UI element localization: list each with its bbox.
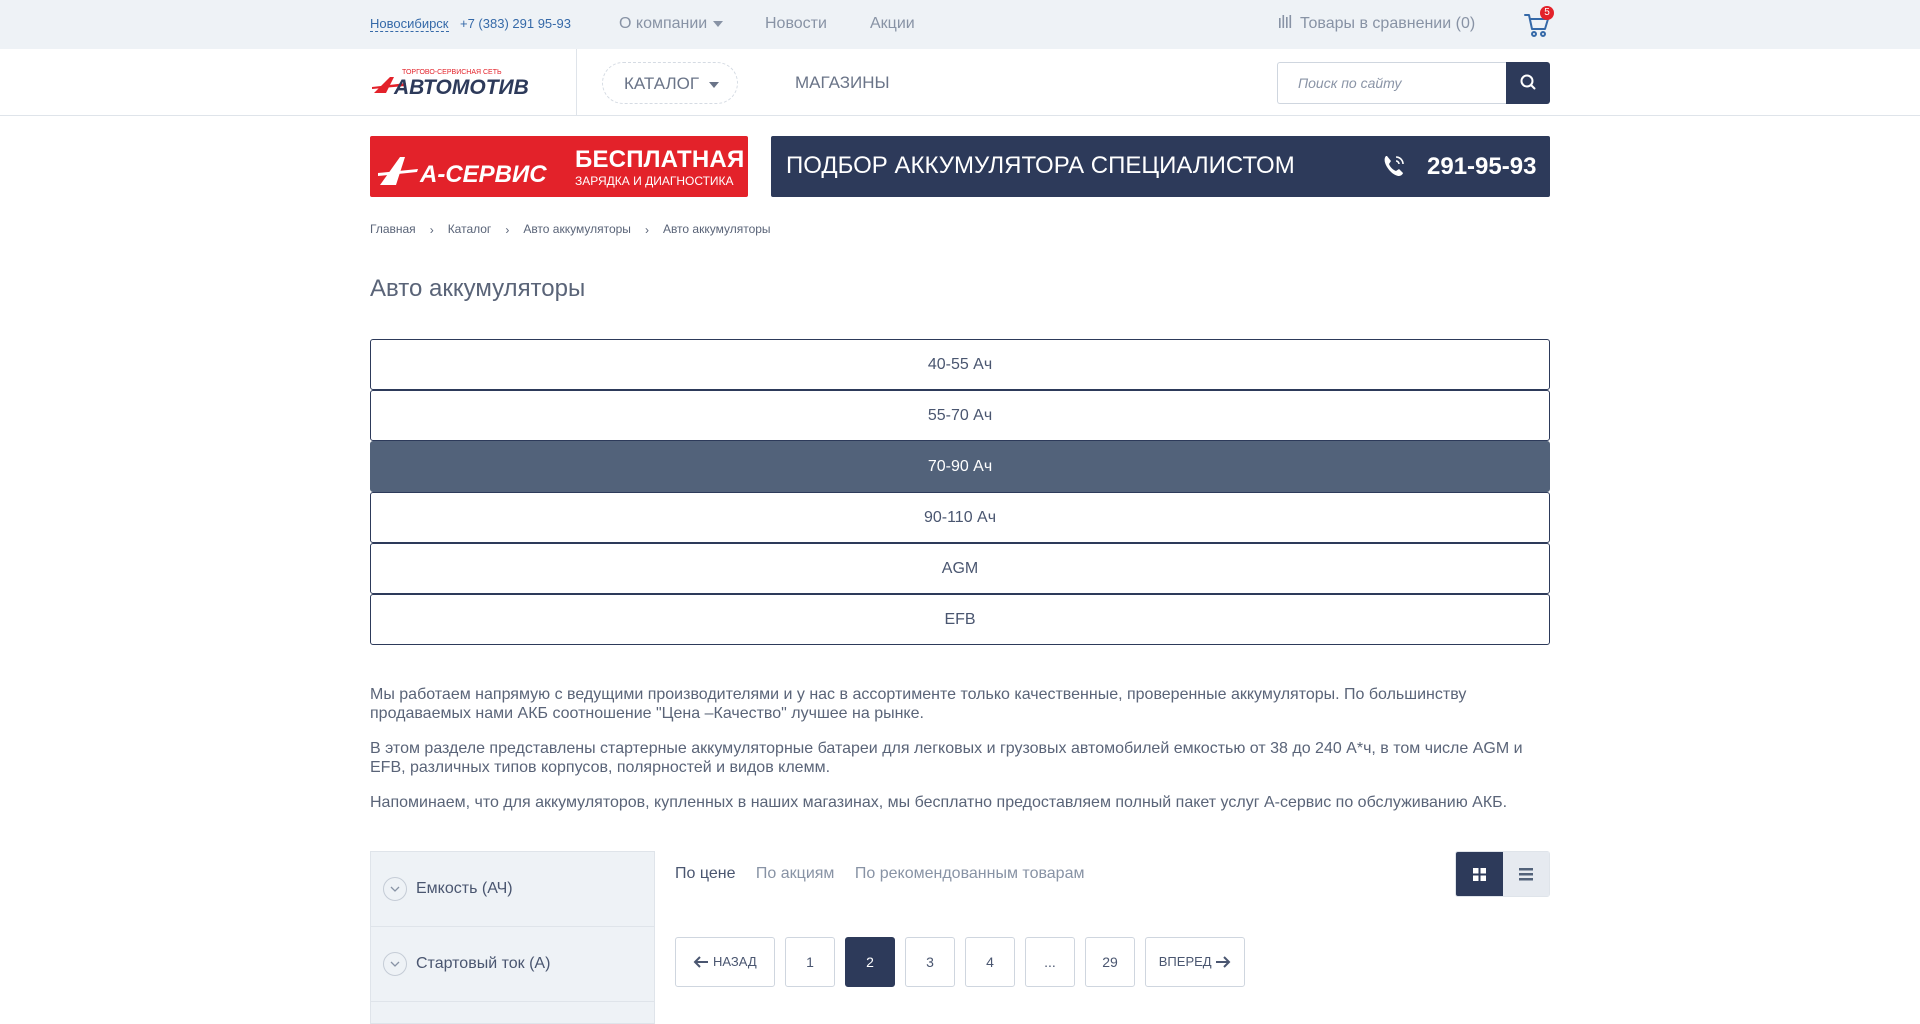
catalog-label: КАТАЛОГ — [624, 74, 700, 93]
next-label: ВПЕРЕД — [1158, 954, 1212, 969]
filter-sidebar: Емкость (АЧ) Стартовый ток (А) — [370, 851, 655, 1024]
filter-label: Емкость (АЧ) — [416, 880, 513, 897]
category-55-70[interactable]: 55-70 Ач — [370, 390, 1550, 441]
breadcrumb-home[interactable]: Главная — [370, 222, 416, 236]
chevron-right-icon: › — [644, 223, 649, 237]
description-paragraph: Напоминаем, что для аккумуляторов, купле… — [370, 794, 1508, 811]
page-1[interactable]: 1 — [785, 937, 835, 987]
automotiv-logo[interactable]: ТОРГОВО-СЕРВИСНАЯ СЕТЬ АВТОМОТИВ — [372, 67, 554, 99]
arrow-right-icon — [1216, 956, 1231, 968]
description-paragraph: В этом разделе представлены стартерные а… — [370, 740, 1523, 776]
nav-promotions[interactable]: Акции — [870, 15, 915, 33]
free-subtitle: ЗАРЯДКА И ДИАГНОСТИКА — [575, 174, 734, 188]
chevron-right-icon: › — [505, 223, 510, 237]
search-input[interactable] — [1277, 62, 1506, 104]
search-icon — [1520, 74, 1536, 90]
free-charging-banner[interactable]: А-СЕРВИС БЕСПЛАТНАЯ ЗАРЯДКА И ДИАГНОСТИК… — [370, 136, 748, 197]
breadcrumb-current: Авто аккумуляторы — [662, 222, 771, 236]
view-toggle — [1455, 851, 1550, 897]
compare-label: Товары в сравнении (0) — [1300, 15, 1476, 32]
battery-selection-title: ПОДБОР АККУМУЛЯТОРА СПЕЦИАЛИСТОМ — [786, 152, 1295, 179]
breadcrumb: Главная › Каталог › Авто аккумуляторы › Авто а… — [370, 222, 771, 237]
grid-icon — [1473, 868, 1486, 881]
breadcrumb-catalog[interactable]: Каталог — [448, 222, 492, 236]
chevron-down-icon — [713, 20, 724, 27]
free-title: БЕСПЛАТНАЯ — [575, 146, 745, 173]
filter-capacity[interactable]: Емкость (АЧ) — [371, 852, 654, 927]
prev-label: НАЗАД — [712, 954, 757, 969]
chevron-right-icon: › — [429, 223, 434, 237]
arrow-left-icon — [693, 956, 709, 968]
search-button[interactable] — [1506, 62, 1550, 104]
catalog-button[interactable]: КАТАЛОГ — [602, 62, 738, 104]
chevron-down-icon — [709, 82, 719, 88]
description-paragraph: Мы работаем напрямую с ведущими производ… — [370, 686, 1467, 722]
site-search — [1277, 62, 1550, 104]
page-ellipsis: ... — [1025, 937, 1075, 987]
category-description: Мы работаем напрямую с ведущими производ… — [370, 685, 1550, 828]
page-29[interactable]: 29 — [1085, 937, 1135, 987]
nav-news[interactable]: Новости — [765, 15, 827, 33]
nav-about-label: О компании — [619, 15, 708, 32]
a-service-logo-text: А-СЕРВИС — [419, 161, 547, 187]
page-title: Авто аккумуляторы — [370, 275, 586, 302]
page-4[interactable]: 4 — [965, 937, 1015, 987]
category-list: 40-55 Ач 55-70 Ач 70-90 Ач 90-110 Ач AGM… — [370, 339, 1550, 645]
phone-icon — [1384, 156, 1404, 176]
main-header: ТОРГОВО-СЕРВИСНАЯ СЕТЬ АВТОМОТИВ КАТАЛОГ… — [0, 49, 1920, 116]
a-service-logo: А-СЕРВИС — [378, 157, 547, 187]
filter-starting-current[interactable]: Стартовый ток (А) — [371, 927, 654, 1002]
list-view-button[interactable] — [1503, 852, 1549, 896]
header-divider — [576, 49, 577, 116]
chevron-down-icon — [383, 952, 407, 976]
logo-tagline: ТОРГОВО-СЕРВИСНАЯ СЕТЬ — [402, 69, 502, 76]
page-2[interactable]: 2 — [845, 937, 895, 987]
category-efb[interactable]: EFB — [370, 594, 1550, 645]
chevron-down-icon — [383, 877, 407, 901]
grid-view-button[interactable] — [1456, 852, 1503, 896]
nav-about[interactable]: О компании — [619, 15, 724, 33]
top-bar: Новосибирск +7 (383) 291 95-93 О компани… — [0, 0, 1920, 49]
prev-page-button[interactable]: НАЗАД — [675, 937, 775, 987]
battery-selection-banner[interactable]: ПОДБОР АККУМУЛЯТОРА СПЕЦИАЛИСТОМ 291-95-… — [771, 136, 1550, 197]
sort-by-price[interactable]: По цене — [675, 865, 735, 882]
category-70-90[interactable]: 70-90 Ач — [370, 441, 1550, 492]
logo-name: АВТОМОТИВ — [393, 76, 529, 99]
category-agm[interactable]: AGM — [370, 543, 1550, 594]
compare-icon — [1279, 15, 1292, 28]
page-3[interactable]: 3 — [905, 937, 955, 987]
header-phone[interactable]: +7 (383) 291 95-93 — [460, 16, 571, 31]
sort-by-promotions[interactable]: По акциям — [756, 865, 835, 882]
compare-link[interactable]: Товары в сравнении (0) — [1278, 15, 1475, 33]
category-40-55[interactable]: 40-55 Ач — [370, 339, 1550, 390]
category-90-110[interactable]: 90-110 Ач — [370, 492, 1550, 543]
sort-by-recommended[interactable]: По рекомендованным товарам — [855, 865, 1085, 882]
list-icon — [1519, 868, 1533, 881]
next-page-button[interactable]: ВПЕРЕД — [1145, 937, 1245, 987]
battery-selection-phone[interactable]: 291-95-93 — [1427, 153, 1536, 181]
cart-count-badge: 5 — [1540, 6, 1554, 20]
city-selector[interactable]: Новосибирск — [370, 17, 449, 32]
breadcrumb-car-batteries[interactable]: Авто аккумуляторы — [523, 222, 631, 236]
filter-label: Стартовый ток (А) — [416, 955, 551, 972]
shops-link[interactable]: МАГАЗИНЫ — [795, 73, 890, 93]
sort-options: По цене По акциям По рекомендованным тов… — [675, 865, 1100, 883]
